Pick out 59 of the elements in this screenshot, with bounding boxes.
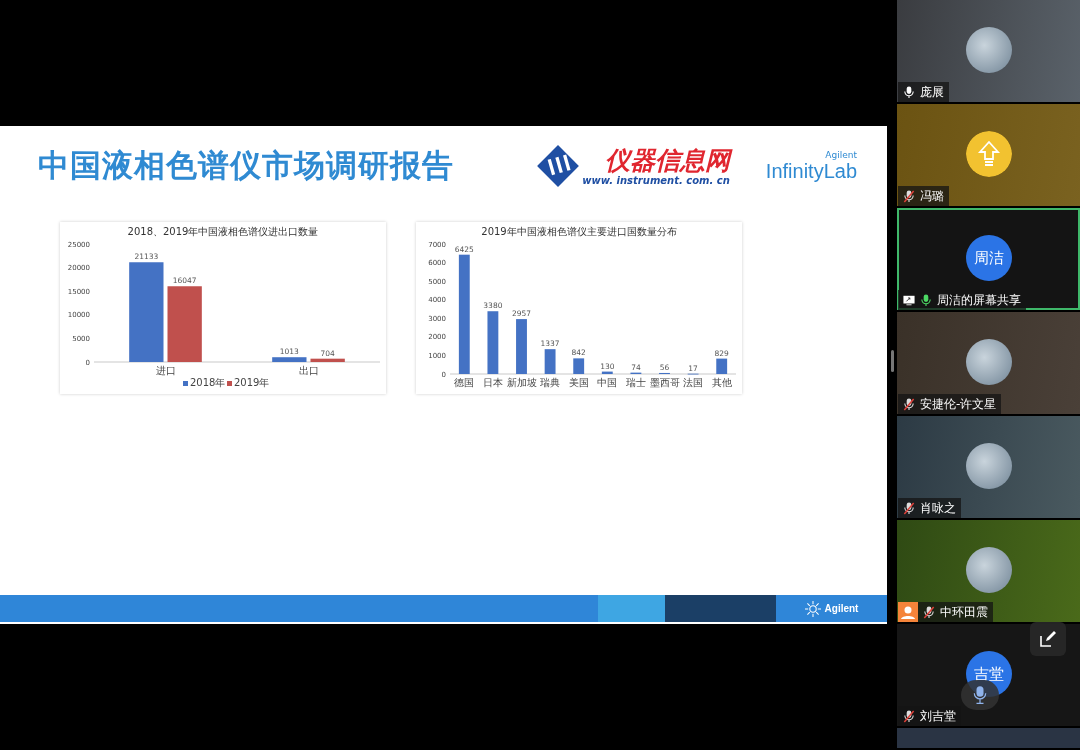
chart-title: 2019年中国液相色谱仪主要进口国数量分布 (481, 226, 677, 237)
logo-product: InfinityLab (765, 159, 857, 182)
upload-arrow-avatar-icon (965, 131, 1012, 177)
avatar-photo-placeholder (965, 443, 1012, 489)
bar (544, 349, 556, 374)
bar (272, 357, 307, 362)
legend-swatch (227, 381, 232, 386)
participant-tile[interactable]: 冯璐 (897, 104, 1080, 206)
avatar-photo-placeholder (965, 547, 1012, 593)
bar (310, 358, 345, 362)
category-label: 进口 (155, 365, 176, 376)
category-label: 瑞士 (625, 377, 646, 388)
legend-label: 2019年 (234, 377, 270, 388)
avatar-photo-placeholder (965, 27, 1012, 73)
logo-url: www. instrument. com. cn (582, 174, 730, 186)
screen-share-icon (903, 293, 915, 307)
legend-label: 2018年 (190, 377, 226, 388)
bar (573, 358, 585, 374)
category-label: 新加坡 (506, 377, 537, 388)
category-label: 日本 (482, 377, 503, 388)
category-label: 中国 (597, 377, 618, 388)
participant-name: 肖咏之 (920, 499, 956, 517)
bar (516, 319, 527, 374)
edit-button[interactable] (1030, 622, 1066, 656)
participant-tile[interactable]: 安捷伦-许文星 (897, 312, 1080, 414)
participant-name: 安捷伦-许文星 (920, 395, 997, 413)
pencil-icon (1038, 629, 1058, 649)
participant-tile[interactable]: 周洁 周洁的屏幕共享 (897, 208, 1080, 310)
bar (601, 371, 613, 374)
footer-brand: Agilent (824, 603, 859, 614)
category-label: 德国 (454, 377, 475, 388)
chart-title: 2018、2019年中国液相色谱仪进出口数量 (127, 226, 319, 237)
category-label: 法国 (683, 377, 704, 388)
participant-tile[interactable] (897, 728, 1080, 748)
category-label: 美国 (568, 377, 589, 388)
avatar-initials: 周洁 (965, 235, 1012, 281)
sun-logo-icon (804, 600, 821, 617)
scroll-handle[interactable] (891, 350, 894, 372)
bar (716, 358, 728, 374)
bar (487, 311, 499, 374)
slide-title: 中国液相色谱仪市场调研报告 (38, 146, 455, 185)
participant-name: 中环田震 (940, 603, 988, 621)
category-label: 瑞典 (540, 377, 561, 388)
participant-name: 周洁的屏幕共享 (937, 291, 1021, 309)
participant-name: 庞展 (920, 83, 944, 101)
avatar-photo-placeholder (965, 339, 1012, 385)
participant-name: 冯璐 (920, 187, 944, 205)
participant-tile[interactable]: 庞展 (897, 0, 1080, 102)
legend-swatch (183, 381, 188, 386)
logo-brand: Agilent (825, 150, 857, 160)
category-label: 其他 (711, 377, 732, 388)
participant-tile[interactable]: 肖咏之 (897, 416, 1080, 518)
category-label: 出口 (298, 365, 319, 376)
person-badge-icon (898, 602, 918, 622)
mic-icon (973, 685, 987, 705)
participant-name: 刘吉堂 (920, 707, 956, 725)
participant-tile[interactable]: 中环田震 (897, 520, 1080, 622)
category-label: 墨西哥 (649, 377, 680, 388)
logo-diamond-icon (536, 144, 581, 188)
